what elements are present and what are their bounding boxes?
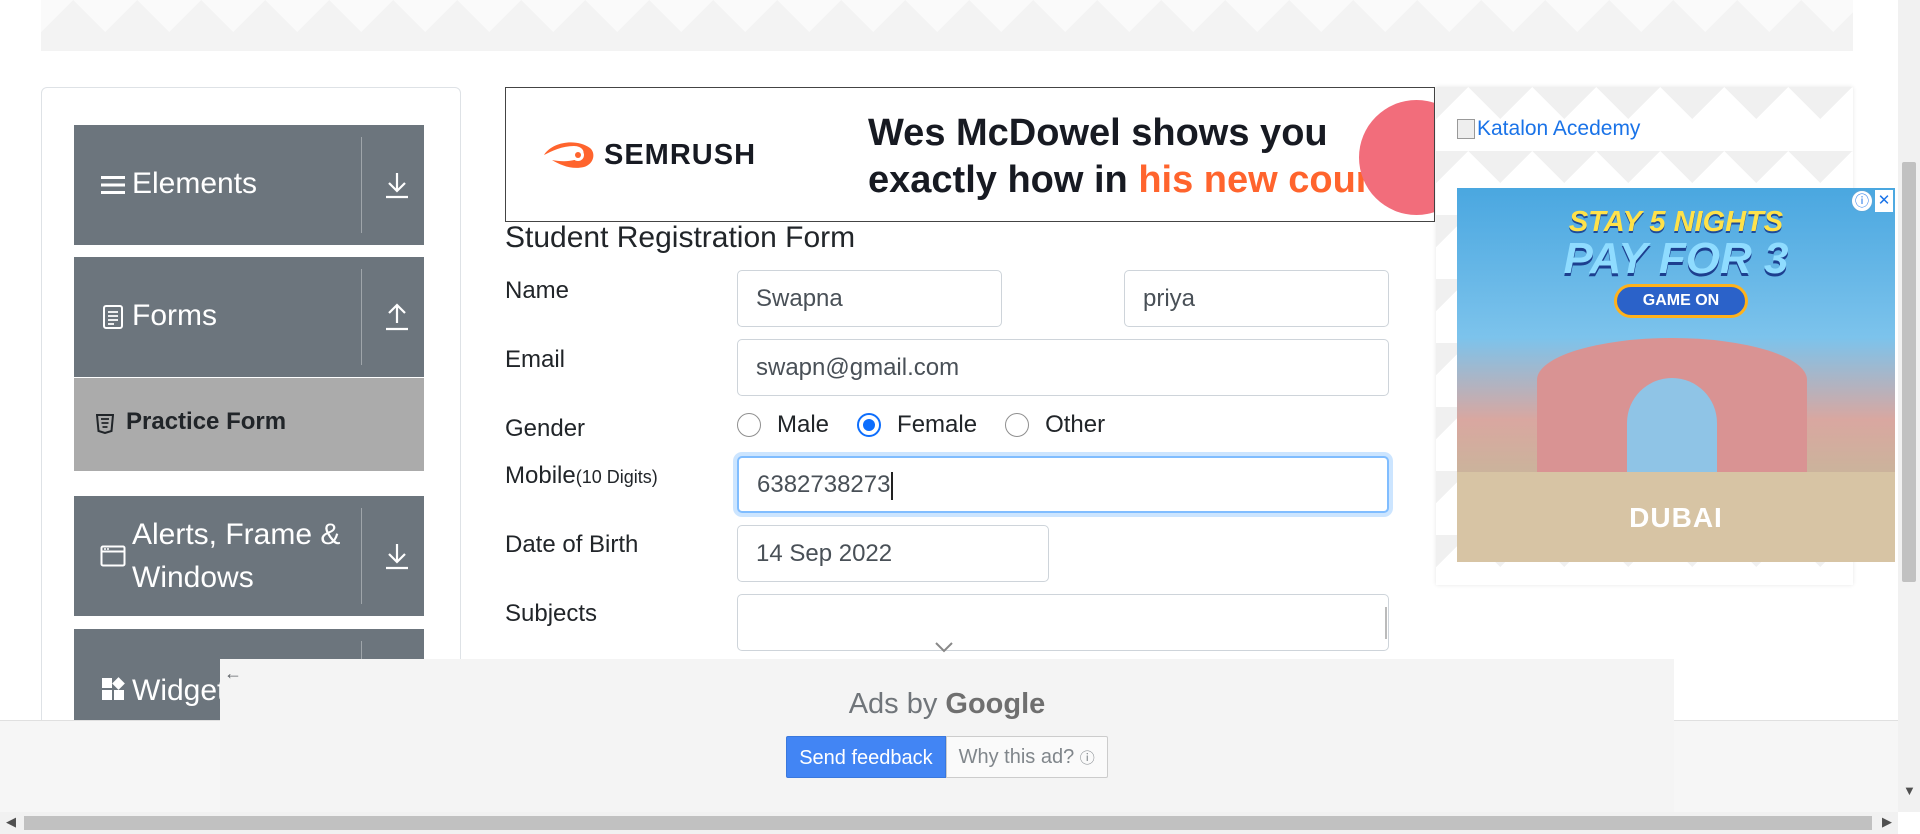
palace-arch [1627, 378, 1717, 478]
semrush-ad-banner[interactable]: SEMRUSH Wes McDowel shows you exactly ho… [505, 87, 1435, 222]
email-label: Email [505, 346, 566, 373]
mobile-input[interactable]: 6382738273 [737, 456, 1389, 513]
date-of-birth-input[interactable]: 14 Sep 2022 [737, 525, 1049, 582]
close-icon[interactable]: ✕ [1875, 190, 1893, 212]
last-name-input[interactable]: priya [1124, 270, 1389, 327]
name-label: Name [505, 277, 570, 304]
sidebar-group-elements[interactable]: Elements [74, 125, 424, 245]
google-wordmark: Google [945, 688, 1046, 720]
chevron-down-icon[interactable] [934, 640, 954, 654]
mobile-hint: (10 Digits) [575, 467, 658, 487]
sidebar-group-label: Alerts, Frame & [132, 518, 341, 551]
email-input[interactable]: swapn@gmail.com [737, 339, 1389, 396]
sidebar-item-label: Practice Form [126, 408, 287, 435]
dubai-logo: DUBAI [1629, 502, 1723, 533]
ad-feedback-buttons: Send feedback Why this ad? ⓘ [220, 736, 1674, 778]
scroll-left-arrow-icon[interactable]: ◀ [6, 814, 16, 830]
ads-by-prefix: Ads by [848, 688, 946, 720]
gender-option-label[interactable]: Other [1045, 411, 1105, 439]
sidebar-group-label: Forms [132, 299, 217, 332]
broken-image-icon [1457, 119, 1475, 139]
ad-headline-line1: Wes McDowel shows you [868, 112, 1328, 154]
sidebar-group-alerts[interactable]: Alerts, Frame & Windows [74, 496, 424, 616]
mobile-label: Mobile(10 Digits) [505, 462, 658, 490]
mobile-value: 6382738273 [757, 471, 891, 498]
dubai-ad[interactable]: STAY 5 NIGHTS PAY FOR 3 GAME ON DUBAI ⓘ … [1457, 188, 1895, 562]
ad-headline: Wes McDowel shows you exactly how in his… [868, 110, 1413, 204]
divider [361, 508, 362, 604]
adchoices-icon[interactable]: ⓘ [1851, 190, 1873, 212]
top-banner [41, 0, 1853, 51]
subjects-label: Subjects [505, 600, 598, 627]
subjects-input[interactable] [737, 594, 1389, 651]
gender-option-label[interactable]: Male [777, 411, 829, 439]
semrush-logo: SEMRUSH [542, 138, 756, 172]
why-this-ad-label: Why this ad? [958, 746, 1075, 768]
divider [361, 137, 362, 233]
sidebar: Elements Forms Practice Form Alerts, Fra… [41, 87, 461, 747]
sidebar-group-label: Elements [132, 167, 258, 200]
divider [361, 269, 362, 365]
gender-label: Gender [505, 415, 586, 442]
page-title: Student Registration Form [505, 221, 856, 254]
dubai-ad-subheadline: PAY FOR 3 [1563, 234, 1789, 283]
mobile-label-text: Mobile [505, 462, 576, 489]
vertical-scrollbar[interactable]: ▼ [1898, 0, 1920, 812]
sidebar-group-label-line2: Windows [132, 561, 254, 594]
horizontal-scrollbar[interactable]: ◀ ▶ [0, 812, 1898, 834]
google-ad-overlay: ← Ads by Google Send feedback Why this a… [220, 659, 1674, 812]
game-on-button[interactable]: GAME ON [1614, 284, 1748, 318]
why-this-ad-button[interactable]: Why this ad? ⓘ [945, 736, 1108, 778]
info-icon: ⓘ [1079, 750, 1095, 767]
upload-icon[interactable] [384, 302, 410, 332]
gender-option-label[interactable]: Female [897, 411, 977, 439]
horizontal-scrollbar-thumb[interactable] [24, 816, 1872, 830]
send-feedback-button[interactable]: Send feedback [786, 736, 946, 778]
menu-icon [101, 176, 125, 194]
download-icon[interactable] [384, 170, 410, 200]
html5-icon [96, 414, 114, 434]
scroll-right-arrow-icon[interactable]: ▶ [1882, 814, 1892, 830]
window-icon [100, 545, 126, 567]
vertical-scrollbar-thumb[interactable] [1902, 162, 1916, 582]
gender-radio-group: Male Female Other [737, 411, 1133, 439]
ads-by-google: Ads by Google [220, 688, 1674, 721]
back-arrow-icon[interactable]: ← [224, 663, 242, 684]
document-icon [103, 305, 123, 329]
text-caret [891, 471, 894, 500]
ad-headline-text: exactly how in [868, 159, 1139, 201]
semrush-wordmark: SEMRUSH [604, 138, 757, 171]
download-icon[interactable] [384, 541, 410, 571]
ad-headline-line2: exactly how in his new course [868, 157, 1413, 204]
dob-label: Date of Birth [505, 531, 639, 558]
gender-radio-male[interactable] [737, 413, 761, 437]
gender-radio-other[interactable] [1005, 413, 1030, 437]
widgets-icon [102, 677, 125, 700]
first-name-input[interactable]: Swapna [737, 270, 1002, 327]
katalon-broken-image-link[interactable]: Katalon Acedemy [1457, 117, 1640, 141]
scroll-down-arrow-icon[interactable]: ▼ [1903, 783, 1916, 798]
sidebar-item-practice-form[interactable]: Practice Form [74, 378, 424, 471]
gender-radio-female[interactable] [857, 413, 882, 437]
sidebar-group-forms[interactable]: Forms [74, 257, 424, 377]
subjects-indicator-separator [1385, 607, 1387, 639]
katalon-alt-text: Katalon Acedemy [1477, 117, 1641, 140]
page: Elements Forms Practice Form Alerts, Fra… [0, 0, 1920, 834]
semrush-flame-icon [544, 142, 594, 168]
